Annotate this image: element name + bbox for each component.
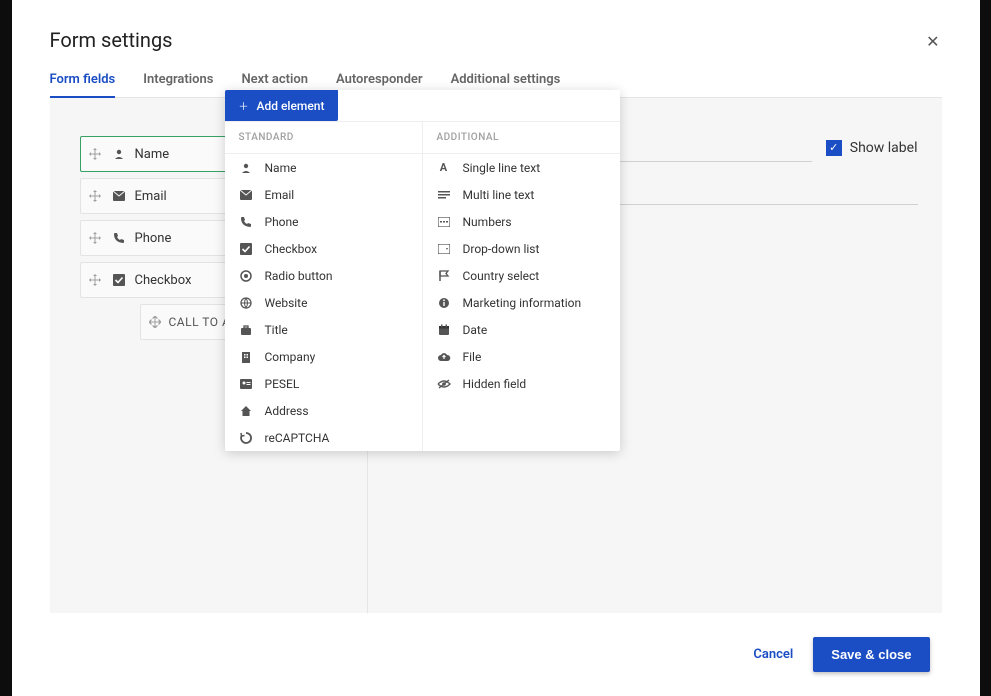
show-label-toggle[interactable]: ✓ Show label bbox=[826, 140, 918, 156]
modal-overlay: Form settings ✕ Form fields Integrations… bbox=[0, 0, 991, 696]
menu-item-pesel[interactable]: PESEL bbox=[225, 370, 422, 397]
menu-item-label: Date bbox=[463, 323, 488, 337]
home-icon bbox=[239, 405, 253, 417]
cloud-icon bbox=[437, 352, 451, 362]
plus-icon: ＋ bbox=[239, 98, 249, 113]
menu-item-file[interactable]: File bbox=[423, 343, 620, 370]
menu-item-label: Marketing information bbox=[463, 296, 582, 310]
menu-item-single-line-text[interactable]: A Single line text bbox=[423, 154, 620, 181]
A-icon: A bbox=[437, 161, 451, 174]
menu-item-multi-line-text[interactable]: Multi line text bbox=[423, 181, 620, 208]
close-button[interactable]: ✕ bbox=[926, 32, 939, 52]
add-element-menu: STANDARD Name Email Phone Checkbox Radio but… bbox=[225, 121, 620, 451]
drag-handle-icon[interactable] bbox=[81, 274, 109, 286]
add-element-button[interactable]: ＋ Add element bbox=[225, 90, 339, 121]
menu-item-label: Hidden field bbox=[463, 377, 527, 391]
menu-item-name[interactable]: Name bbox=[225, 154, 422, 181]
menu-item-date[interactable]: Date bbox=[423, 316, 620, 343]
menu-item-label: Radio button bbox=[265, 269, 333, 283]
close-icon: ✕ bbox=[926, 34, 939, 51]
menu-item-label: Website bbox=[265, 296, 308, 310]
menu-item-label: Company bbox=[265, 350, 316, 364]
hash-icon bbox=[437, 217, 451, 227]
menu-item-hidden-field[interactable]: Hidden field bbox=[423, 370, 620, 397]
person-icon bbox=[109, 148, 129, 160]
menu-item-label: Email bbox=[265, 188, 295, 202]
field-label: Name bbox=[135, 147, 170, 162]
menu-item-country-select[interactable]: Country select bbox=[423, 262, 620, 289]
info-icon bbox=[437, 297, 451, 309]
checkbox-icon bbox=[239, 243, 253, 255]
modal-title: Form settings bbox=[50, 28, 942, 52]
mail-icon bbox=[109, 191, 129, 201]
drag-handle-icon[interactable] bbox=[81, 148, 109, 160]
field-label: Phone bbox=[135, 231, 172, 246]
menu-item-title[interactable]: Title bbox=[225, 316, 422, 343]
menu-item-phone[interactable]: Phone bbox=[225, 208, 422, 235]
standard-column: STANDARD Name Email Phone Checkbox Radio but… bbox=[225, 122, 422, 451]
menu-item-recaptcha[interactable]: reCAPTCHA bbox=[225, 424, 422, 451]
menu-item-label: reCAPTCHA bbox=[265, 431, 330, 445]
menu-item-label: Single line text bbox=[463, 161, 541, 175]
menu-item-checkbox[interactable]: Checkbox bbox=[225, 235, 422, 262]
add-element-label: Add element bbox=[257, 99, 325, 113]
save-close-button[interactable]: Save & close bbox=[813, 637, 929, 672]
person-icon bbox=[239, 162, 253, 174]
menu-item-marketing-information[interactable]: Marketing information bbox=[423, 289, 620, 316]
menu-item-label: PESEL bbox=[265, 377, 300, 391]
field-label: Email bbox=[135, 189, 167, 204]
menu-item-label: Numbers bbox=[463, 215, 512, 229]
menu-item-label: Title bbox=[265, 323, 288, 337]
building-icon bbox=[239, 351, 253, 363]
briefcase-icon bbox=[239, 324, 253, 336]
menu-item-label: Multi line text bbox=[463, 188, 535, 202]
calendar-icon bbox=[437, 324, 451, 336]
menu-item-website[interactable]: Website bbox=[225, 289, 422, 316]
radio-icon bbox=[239, 270, 253, 282]
show-label-text: Show label bbox=[850, 140, 918, 156]
menu-item-label: Name bbox=[265, 161, 297, 175]
globe-icon bbox=[239, 297, 253, 309]
menu-item-label: Address bbox=[265, 404, 309, 418]
recaptcha-icon bbox=[239, 432, 253, 444]
lines-icon bbox=[437, 190, 451, 200]
cancel-button[interactable]: Cancel bbox=[753, 647, 793, 662]
additional-heading: ADDITIONAL bbox=[423, 122, 620, 154]
menu-item-label: Checkbox bbox=[265, 242, 318, 256]
menu-item-numbers[interactable]: Numbers bbox=[423, 208, 620, 235]
menu-item-label: Country select bbox=[463, 269, 540, 283]
phone-icon bbox=[109, 232, 129, 244]
tab-integrations[interactable]: Integrations bbox=[143, 72, 213, 97]
checkbox-icon bbox=[109, 274, 129, 286]
mail-icon bbox=[239, 190, 253, 200]
additional-column: ADDITIONAL A Single line text Multi line t… bbox=[422, 122, 620, 451]
tab-form-fields[interactable]: Form fields bbox=[50, 72, 116, 98]
eye-off-icon bbox=[437, 379, 451, 389]
menu-item-label: File bbox=[463, 350, 482, 364]
add-element-popover: ＋ Add element STANDARD Name Email Phone Che… bbox=[225, 90, 620, 451]
modal-footer: Cancel Save & close bbox=[12, 623, 980, 696]
drag-handle-icon[interactable] bbox=[81, 232, 109, 244]
menu-item-label: Phone bbox=[265, 215, 299, 229]
form-settings-modal: Form settings ✕ Form fields Integrations… bbox=[12, 0, 980, 696]
drag-handle-icon[interactable] bbox=[141, 316, 169, 328]
standard-heading: STANDARD bbox=[225, 122, 422, 154]
checkbox-checked-icon: ✓ bbox=[826, 140, 842, 156]
id-icon bbox=[239, 379, 253, 389]
menu-item-address[interactable]: Address bbox=[225, 397, 422, 424]
menu-item-company[interactable]: Company bbox=[225, 343, 422, 370]
menu-item-label: Drop-down list bbox=[463, 242, 540, 256]
phone-icon bbox=[239, 216, 253, 228]
drag-handle-icon[interactable] bbox=[81, 190, 109, 202]
dropdown-icon bbox=[437, 244, 451, 254]
modal-header: Form settings ✕ bbox=[12, 0, 980, 52]
menu-item-email[interactable]: Email bbox=[225, 181, 422, 208]
flag-icon bbox=[437, 270, 451, 282]
menu-item-radio-button[interactable]: Radio button bbox=[225, 262, 422, 289]
field-label: Checkbox bbox=[135, 273, 192, 288]
menu-item-drop-down-list[interactable]: Drop-down list bbox=[423, 235, 620, 262]
